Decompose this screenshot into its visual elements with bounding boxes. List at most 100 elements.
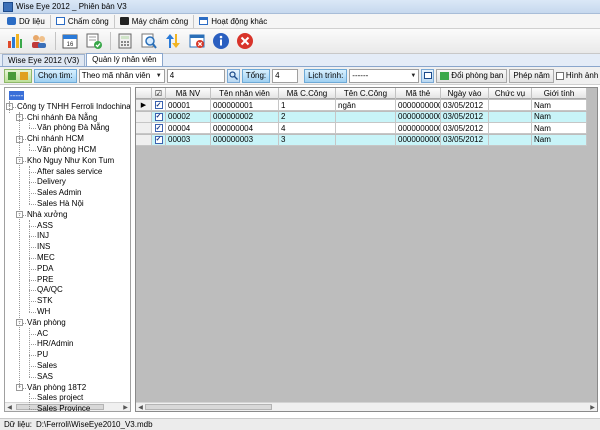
tree-node[interactable]: Sales Province — [37, 404, 90, 411]
grid-horizontal-scrollbar[interactable]: ◀ ▶ — [136, 402, 597, 411]
cell-chuc-vu[interactable] — [489, 111, 532, 123]
menu-device[interactable]: Máy chấm công — [115, 14, 195, 28]
row-indicator[interactable] — [136, 134, 152, 146]
row-checkbox[interactable]: ✓ — [154, 101, 163, 109]
tree-node[interactable]: Nhà xưởng — [27, 210, 67, 220]
cell-ngay-vao[interactable]: 03/05/2012 — [441, 134, 489, 146]
sync-button[interactable] — [162, 31, 183, 52]
cell-ma-the[interactable]: 0000000000 — [396, 111, 441, 123]
report-button[interactable] — [4, 31, 25, 52]
cell-chuc-vu[interactable] — [489, 100, 532, 111]
tree-node[interactable]: WH — [37, 307, 50, 317]
cell-ma-nv[interactable]: 00001 — [166, 100, 211, 111]
column-header[interactable]: ☑ — [152, 88, 166, 99]
exit-button[interactable] — [234, 31, 255, 52]
row-checkbox[interactable]: ✓ — [154, 112, 163, 121]
scroll-left-icon[interactable]: ◀ — [136, 403, 145, 412]
tree-node[interactable]: QA/QC — [37, 285, 63, 295]
column-header[interactable]: Mã C.Công — [279, 88, 336, 99]
row-checkbox[interactable]: ✓ — [154, 124, 163, 132]
cell-ma-nv[interactable]: 00004 — [166, 123, 211, 134]
tree-node[interactable]: ASS — [37, 221, 53, 231]
schedule-select[interactable]: ------ ▼ — [349, 68, 420, 83]
tree-node[interactable]: PDA — [37, 264, 53, 274]
table-row[interactable]: ✓ 00002 000000002 2 0000000000 03/05/2012 Nam — [136, 111, 587, 123]
column-header[interactable]: Giới tính — [532, 88, 587, 99]
tree-node[interactable]: PRE — [37, 275, 53, 285]
tab-employee-management[interactable]: Quản lý nhân viên — [86, 53, 163, 66]
cell-ma-the[interactable]: 0000000000 — [396, 123, 441, 134]
tree-node[interactable]: Delivery — [37, 177, 66, 187]
menu-other[interactable]: Hoạt động khác — [194, 15, 272, 28]
cell-ten-cc[interactable] — [336, 111, 396, 123]
approve-button[interactable] — [83, 31, 104, 52]
table-row[interactable]: ✓ 00003 000000003 3 0000000000 03/05/2012 Nam — [136, 134, 587, 146]
scroll-thumb[interactable] — [145, 404, 272, 410]
tree-node[interactable]: INS — [37, 242, 50, 252]
tree-node[interactable]: MEC — [37, 253, 55, 263]
scroll-right-icon[interactable]: ▶ — [121, 403, 130, 412]
tab-wise-eye[interactable]: Wise Eye 2012 (V3) — [2, 54, 86, 66]
scroll-right-icon[interactable]: ▶ — [588, 403, 597, 412]
employees-button[interactable] — [28, 31, 49, 52]
tree-node[interactable]: PU — [37, 350, 48, 360]
table-row[interactable]: ✓ 00004 000000004 4 0000000000 03/05/2012 Nam — [136, 123, 587, 134]
cell-ma-cc[interactable]: 1 — [279, 100, 336, 111]
column-header[interactable]: Ngày vào — [441, 88, 489, 99]
tree-node[interactable]: Chi nhánh Đà Nẵng — [27, 113, 97, 123]
tree-root[interactable]: ----- — [9, 91, 25, 101]
tree-node[interactable]: HR/Admin — [37, 339, 73, 349]
tree-node[interactable]: Văn phòng 18T2 — [27, 383, 86, 393]
tree-node[interactable]: Văn phòng HCM — [37, 145, 96, 155]
search-button[interactable] — [138, 31, 159, 52]
tree-tools-button[interactable] — [4, 68, 32, 83]
cell-ten-nv[interactable]: 000000003 — [211, 134, 279, 146]
employee-grid[interactable]: ◀ ▶ ☑ Mã NV Tên nhân viên Mã C.Công Tên C.Cô… — [135, 87, 598, 412]
cell-gioi-tinh[interactable]: Nam — [532, 100, 587, 111]
row-indicator[interactable] — [136, 123, 152, 134]
tree-node[interactable]: SAS — [37, 372, 53, 382]
cell-ma-the[interactable]: 0000000000 — [396, 134, 441, 146]
tree-node[interactable]: STK — [37, 296, 53, 306]
tree-node[interactable]: INJ — [37, 231, 49, 241]
tree-node[interactable]: AC — [37, 329, 48, 339]
cell-ngay-vao[interactable]: 03/05/2012 — [441, 100, 489, 111]
cell-ten-nv[interactable]: 000000002 — [211, 111, 279, 123]
cell-ten-nv[interactable]: 000000001 — [211, 100, 279, 111]
cell-gioi-tinh[interactable]: Nam — [532, 111, 587, 123]
table-row[interactable]: ▶ ✓ 00001 000000001 1 ngân 0000000000 03/05/201… — [136, 100, 587, 111]
tree-node[interactable]: Kho Nguy Như Kon Tum — [27, 156, 114, 166]
cell-ma-cc[interactable]: 4 — [279, 123, 336, 134]
cell-ngay-vao[interactable]: 03/05/2012 — [441, 123, 489, 134]
cell-chuc-vu[interactable] — [489, 123, 532, 134]
tree-node[interactable]: Văn phòng Đà Nẵng — [37, 123, 110, 133]
tree-node[interactable]: After sales service — [37, 167, 102, 177]
tree-node[interactable]: Sales — [37, 361, 57, 371]
cell-gioi-tinh[interactable]: Nam — [532, 134, 587, 146]
cell-chuc-vu[interactable] — [489, 134, 532, 146]
tree-node[interactable]: Sales Admin — [37, 188, 81, 198]
menu-data[interactable]: Dữ liệu — [2, 14, 51, 28]
search-go-button[interactable] — [226, 68, 240, 83]
row-indicator[interactable]: ▶ — [136, 100, 152, 111]
photo-toggle[interactable]: Hình ảnh — [555, 71, 598, 80]
row-indicator[interactable] — [136, 111, 152, 123]
column-header[interactable]: Tên C.Công — [336, 88, 396, 99]
cell-ma-the[interactable]: 0000000000 — [396, 100, 441, 111]
schedule-detail-button[interactable] — [421, 68, 435, 83]
scroll-left-icon[interactable]: ◀ — [5, 403, 14, 412]
column-header[interactable]: Mã thẻ — [396, 88, 441, 99]
cell-ten-cc[interactable] — [336, 134, 396, 146]
cell-ten-cc[interactable] — [336, 123, 396, 134]
department-tree[interactable]: ◀ ▶ ----- - Công ty TNHH Ferroli Indochina… — [4, 87, 131, 412]
tree-node[interactable]: Sales Hà Nội — [37, 199, 84, 209]
menu-timesheet[interactable]: Chấm công — [51, 14, 115, 28]
cell-ngay-vao[interactable]: 03/05/2012 — [441, 111, 489, 123]
cell-ma-nv[interactable]: 00003 — [166, 134, 211, 146]
cell-gioi-tinh[interactable]: Nam — [532, 123, 587, 134]
tree-node[interactable]: Văn phòng — [27, 318, 66, 328]
info-button[interactable] — [210, 31, 231, 52]
calculator-button[interactable] — [114, 31, 135, 52]
tree-node[interactable]: Công ty TNHH Ferroli Indochina — [17, 102, 130, 112]
column-header[interactable] — [136, 88, 152, 99]
